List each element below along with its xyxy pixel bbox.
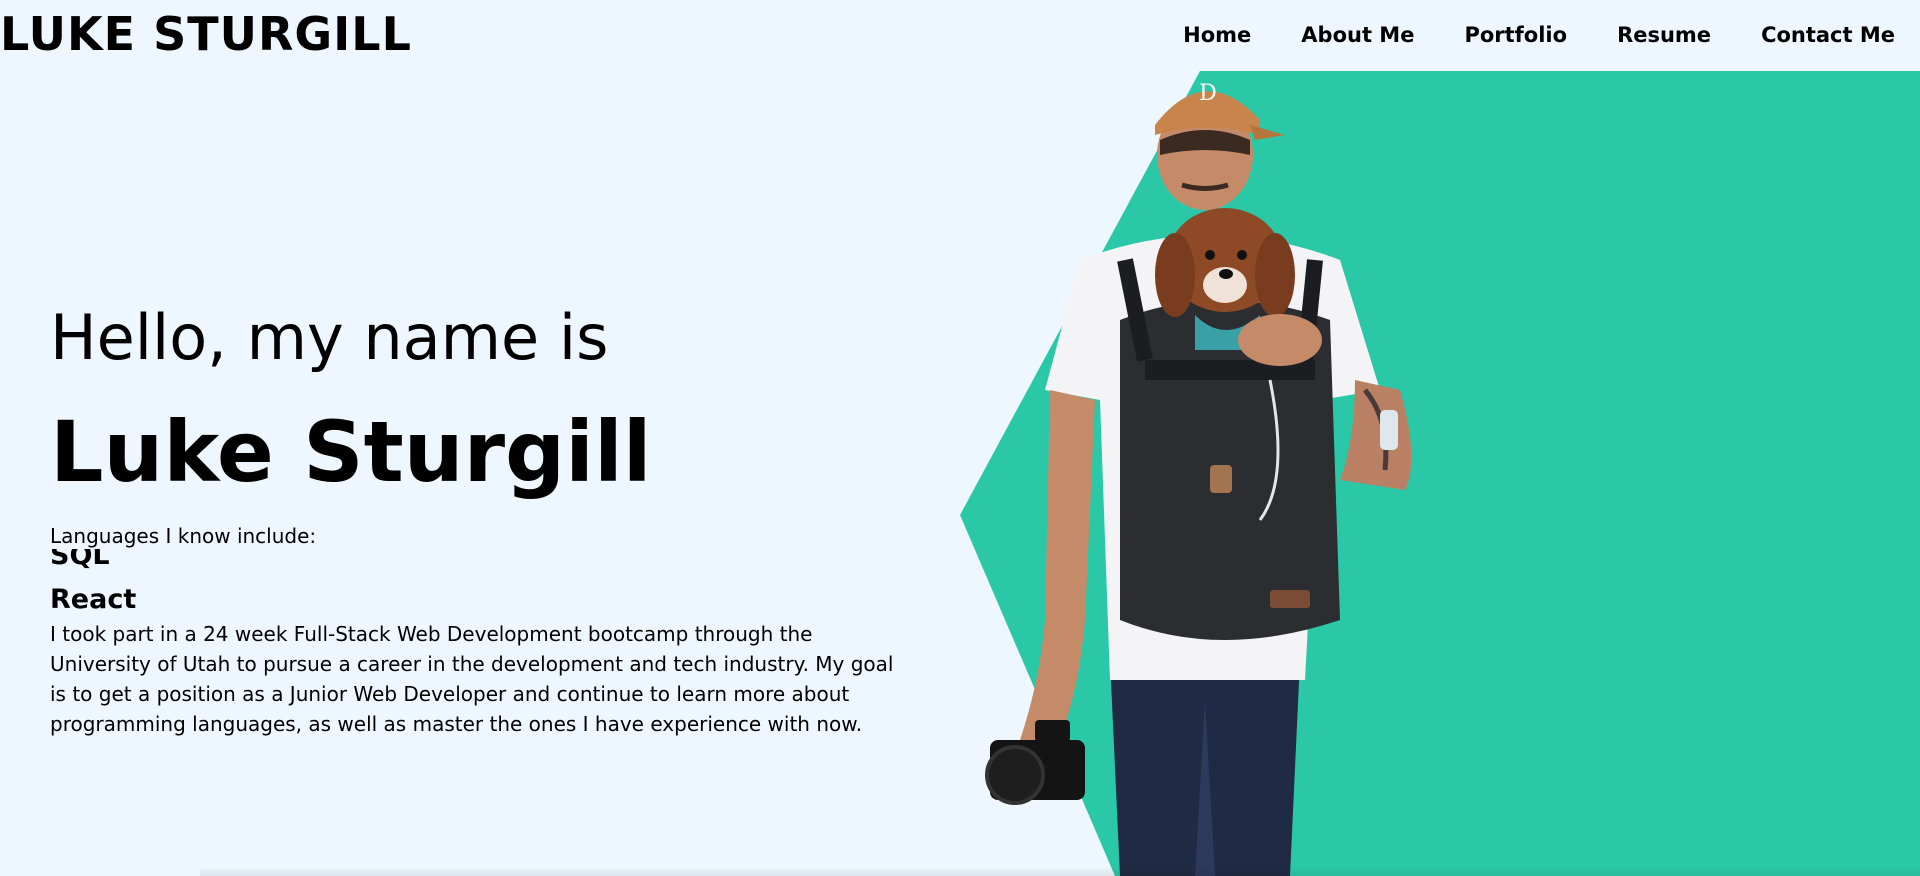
svg-text:D: D xyxy=(1199,81,1217,106)
nav-portfolio[interactable]: Portfolio xyxy=(1464,20,1567,50)
nav-resume[interactable]: Resume xyxy=(1617,20,1711,50)
page: LUKE STURGILL Home About Me Portfolio Re… xyxy=(0,0,1920,876)
languages-ticker: SQL React xyxy=(50,549,350,617)
intro-block: Hello, my name is xyxy=(50,300,608,376)
language-item: React xyxy=(50,584,137,615)
hero-photo: D xyxy=(985,81,1412,876)
name-heading: Luke Sturgill xyxy=(50,403,652,501)
language-item: SQL xyxy=(50,549,110,571)
greeting-heading: Hello, my name is xyxy=(50,301,609,374)
main-nav: Home About Me Portfolio Resume Contact M… xyxy=(1133,20,1895,50)
site-logo[interactable]: LUKE STURGILL xyxy=(0,6,412,62)
section-divider-shadow xyxy=(200,866,1920,876)
languages-label: Languages I know include: xyxy=(50,524,317,548)
bio-paragraph: I took part in a 24 week Full-Stack Web … xyxy=(50,622,894,736)
nav-about-me[interactable]: About Me xyxy=(1301,20,1414,50)
nav-contact-me[interactable]: Contact Me xyxy=(1761,20,1895,50)
nav-home[interactable]: Home xyxy=(1183,20,1251,50)
site-header: LUKE STURGILL Home About Me Portfolio Re… xyxy=(0,0,1920,71)
